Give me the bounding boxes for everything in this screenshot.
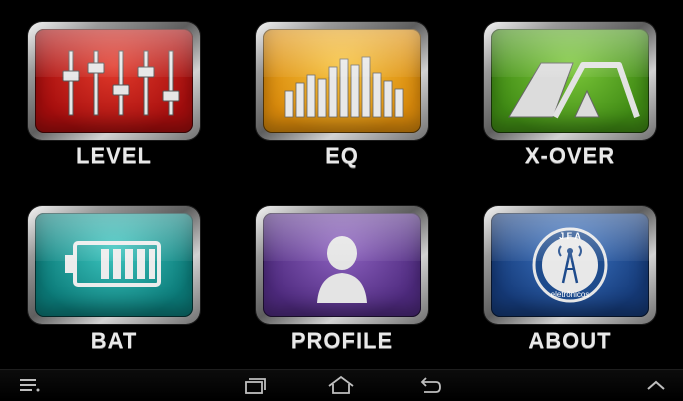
logo-bottom-text: eletrônicos <box>551 290 590 299</box>
equalizer-bars-icon <box>284 56 404 118</box>
xover-label: X-OVER <box>524 143 616 168</box>
sliders-icon <box>62 50 180 116</box>
bat-label: BAT <box>90 328 138 353</box>
recent-apps-icon[interactable] <box>238 374 274 396</box>
menu-icon[interactable] <box>12 374 48 396</box>
bat-button[interactable] <box>28 206 200 324</box>
level-button[interactable] <box>28 22 200 140</box>
back-icon[interactable] <box>410 374 446 396</box>
user-profile-icon <box>317 236 367 303</box>
logo-top-text: J F A <box>559 231 581 241</box>
eq-button[interactable] <box>256 22 428 140</box>
battery-icon <box>65 241 161 287</box>
profile-label: PROFILE <box>290 328 394 353</box>
level-label: LEVEL <box>76 143 152 168</box>
home-icon[interactable] <box>323 374 359 396</box>
profile-button[interactable] <box>256 206 428 324</box>
xover-button[interactable] <box>484 22 656 140</box>
system-navigation-bar <box>0 369 683 400</box>
expand-up-icon[interactable] <box>638 374 674 396</box>
eq-label: EQ <box>325 143 359 168</box>
jfa-logo-icon: J F A eletrônicos <box>532 227 608 303</box>
about-button[interactable]: J F A eletrônicos <box>484 206 656 324</box>
about-label: ABOUT <box>528 328 612 353</box>
crossover-filter-icon <box>508 62 640 119</box>
